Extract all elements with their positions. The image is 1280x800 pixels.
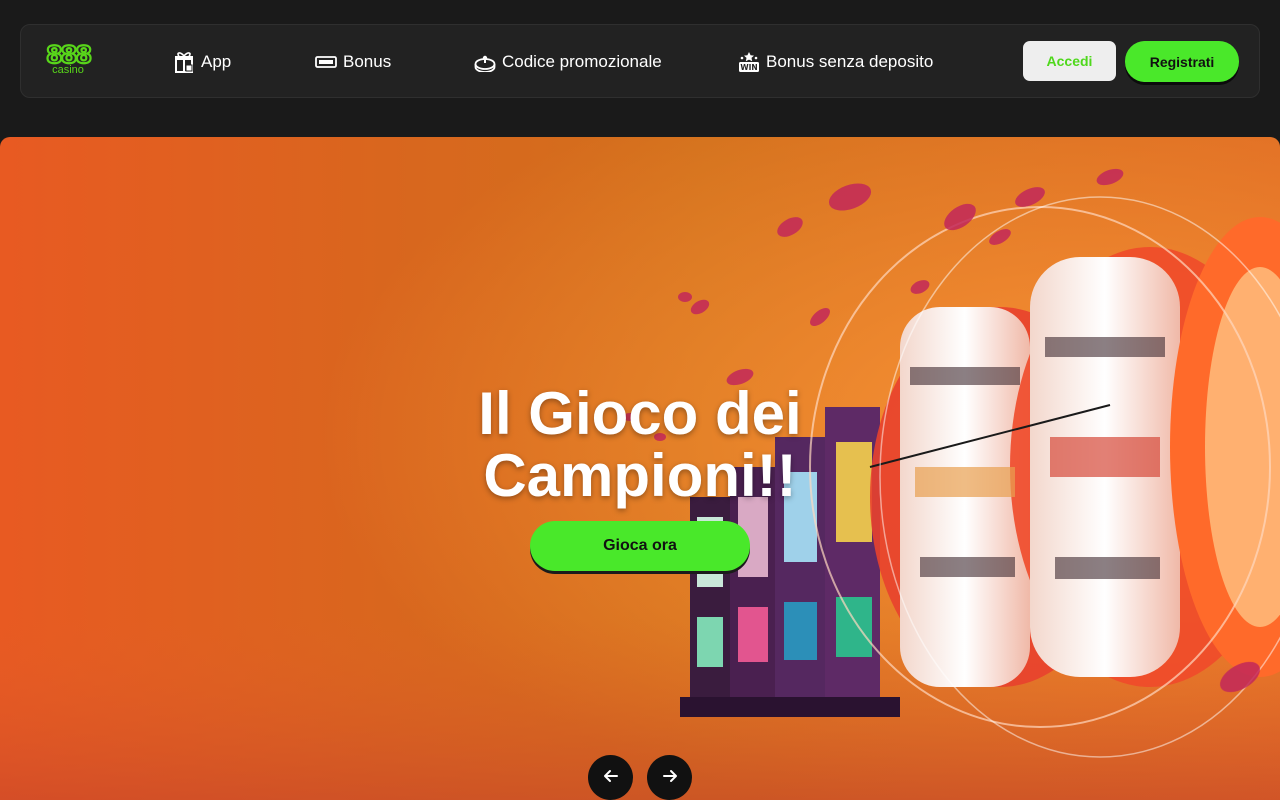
hero-title: Il Gioco dei Campioni!! (440, 383, 840, 507)
888-casino-logo[interactable]: 888 casino (45, 42, 93, 83)
casino-chip-icon (474, 51, 496, 73)
carousel-next-button[interactable] (647, 755, 692, 800)
nav-label-bonus: Bonus (343, 52, 392, 71)
hero-banner: Il Gioco dei Campioni!! Gioca ora (0, 137, 1280, 800)
win-badge-icon: WIN (738, 51, 760, 73)
ticket-icon (315, 51, 337, 73)
nav-item-bonus-senza-deposito[interactable]: WIN Bonus senza deposito (738, 49, 933, 75)
nav-item-bonus[interactable]: Bonus (315, 49, 391, 75)
nav-label-bonus-senza-deposito: Bonus senza deposito (766, 52, 934, 71)
nav-item-app[interactable]: App (173, 49, 231, 75)
hero-title-line2: Campioni!! (483, 442, 797, 509)
hero-title-line1: Il Gioco dei (478, 380, 802, 447)
arrow-left-icon (601, 766, 621, 789)
login-button[interactable]: Accedi (1023, 41, 1116, 81)
nav-label-app: App (201, 52, 232, 71)
arrow-right-icon (660, 766, 680, 789)
play-now-button[interactable]: Gioca ora (530, 521, 750, 571)
nav-item-codice-promozionale[interactable]: Codice promozionale (474, 49, 662, 75)
gift-icon (173, 51, 195, 73)
nav-label-codice-promozionale: Codice promozionale (502, 52, 662, 71)
register-button[interactable]: Registrati (1125, 41, 1239, 82)
carousel-prev-button[interactable] (588, 755, 633, 800)
top-navbar: 888 casino App Bonus Codice promozionale… (20, 24, 1260, 98)
win-badge-text: WIN (740, 63, 757, 72)
